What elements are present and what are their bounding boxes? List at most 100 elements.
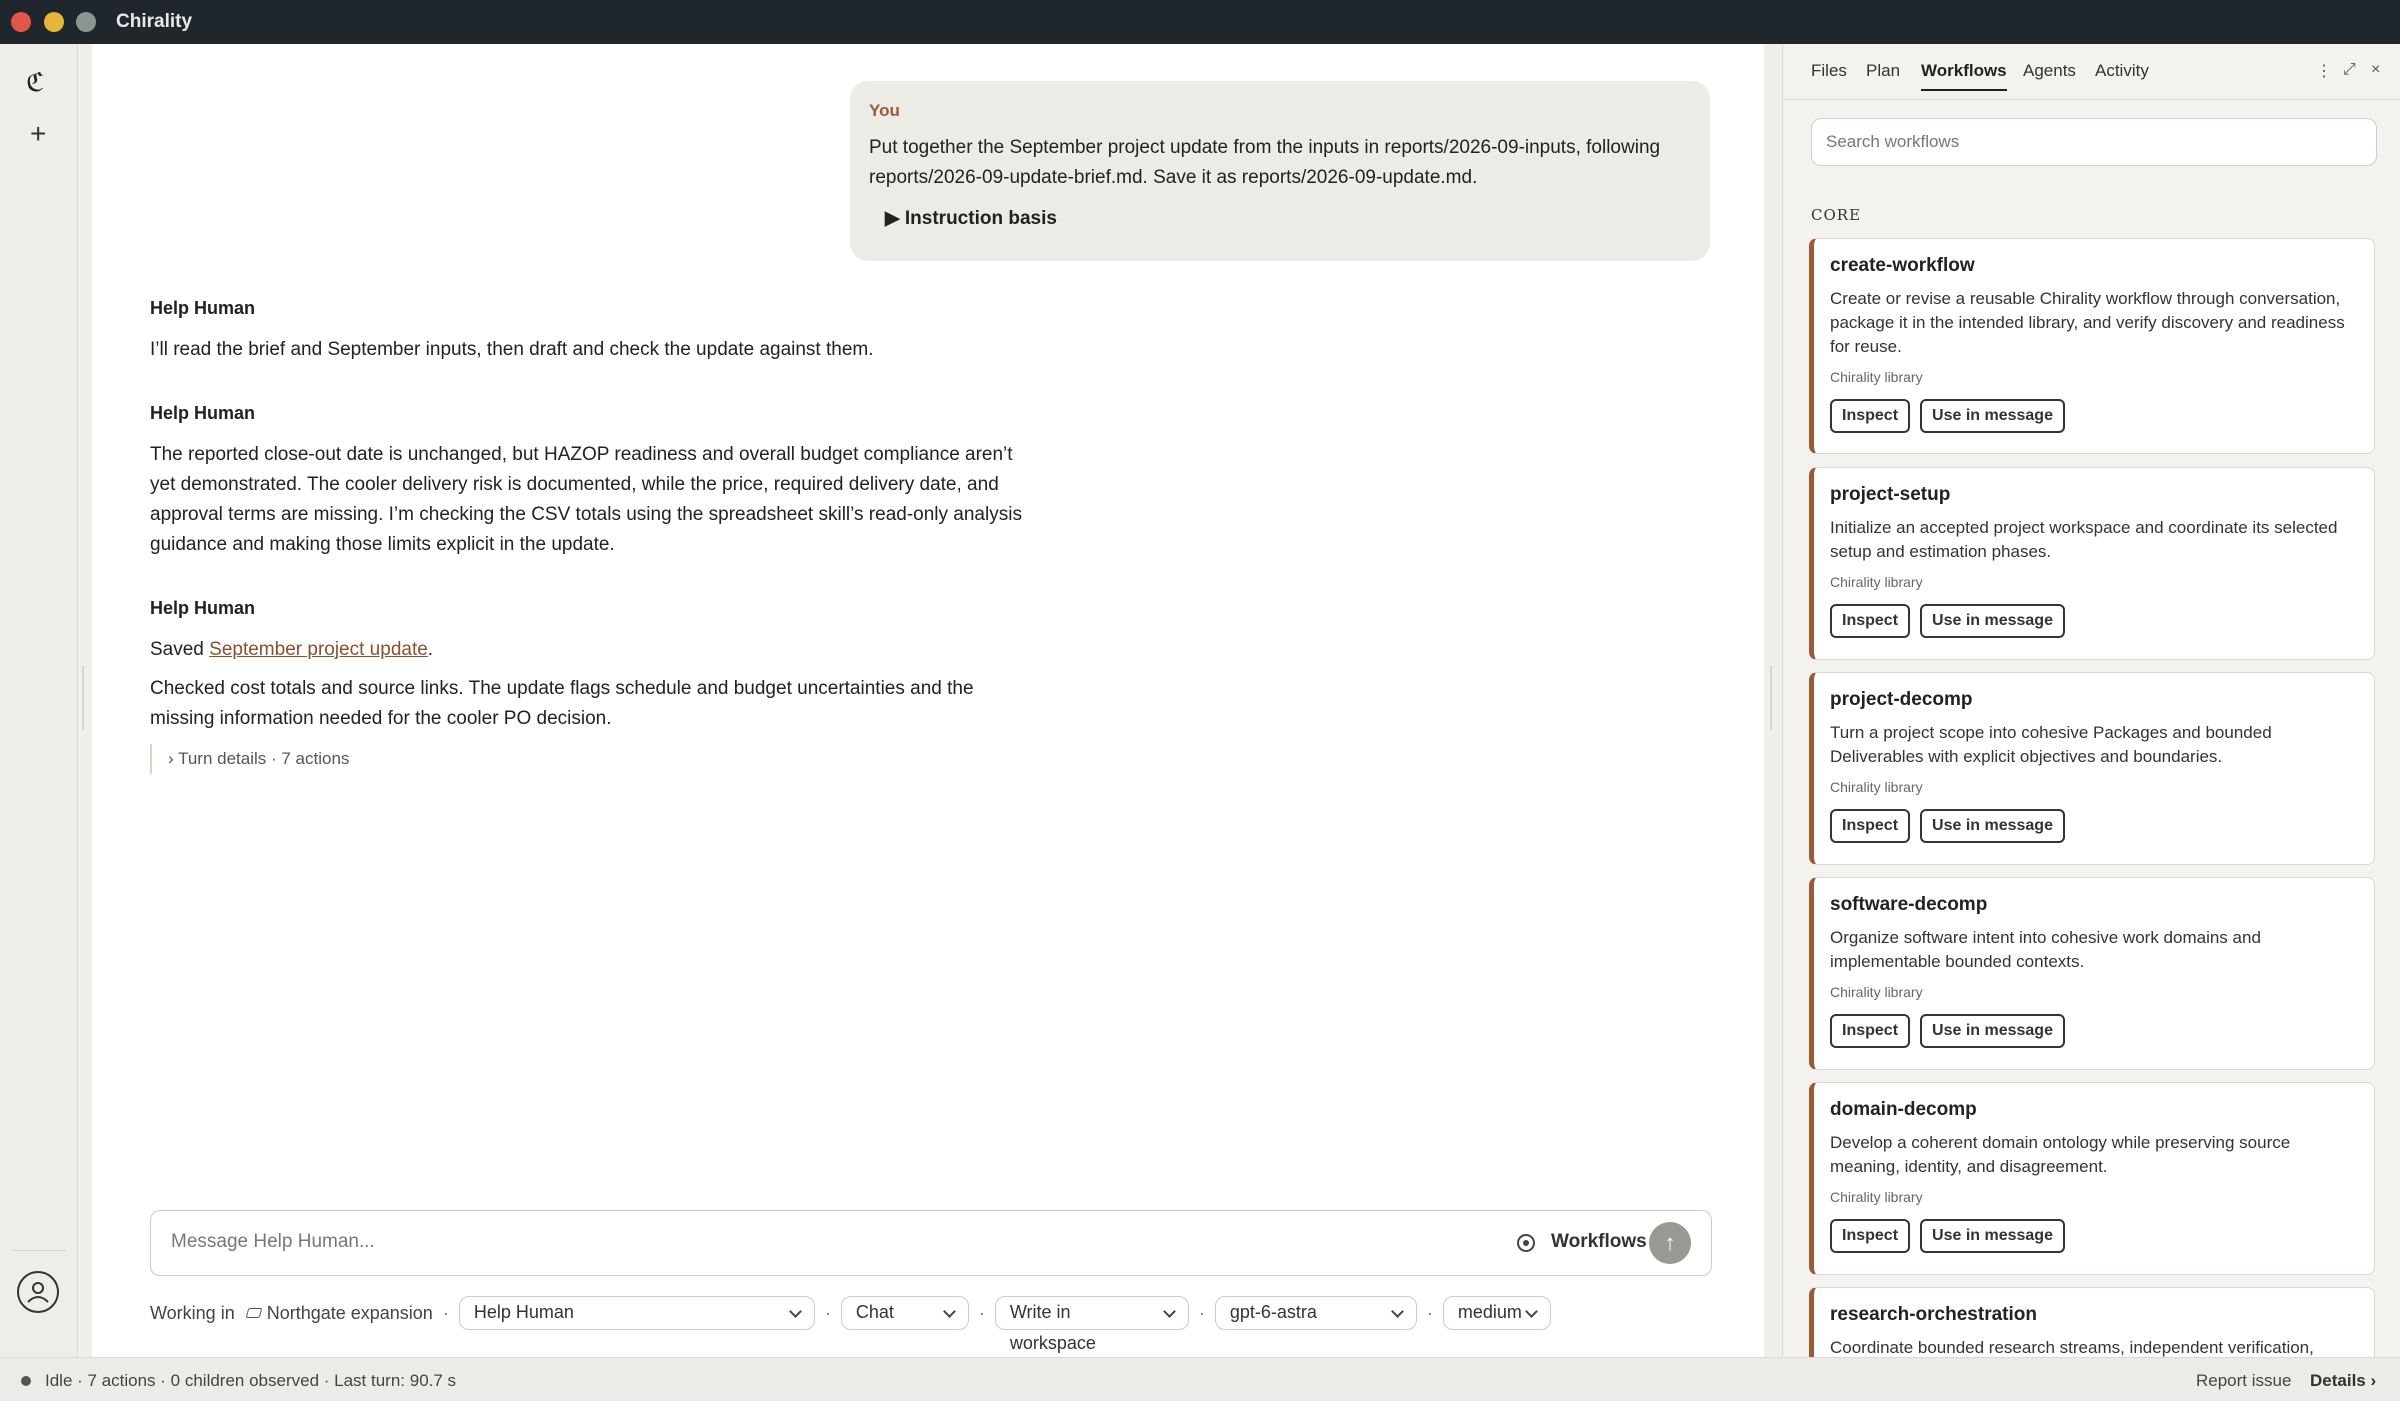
workflow-name: software-decomp (1830, 894, 1988, 915)
workflow-library: Chirality library (1830, 1189, 1923, 1205)
workflow-library: Chirality library (1830, 369, 1923, 385)
workflows-button[interactable]: Workflows (1551, 1231, 1647, 1253)
inspect-button[interactable]: Inspect (1830, 1014, 1911, 1048)
panel-tabs: Files Plan Workflows Agents Activity ⋮ ⤢… (1783, 44, 2400, 100)
use-in-message-button[interactable]: Use in message (1920, 809, 2065, 843)
workflow-name: research-orchestration (1830, 1304, 2037, 1325)
use-in-message-button[interactable]: Use in message (1920, 1219, 2065, 1253)
context-bar: Working in Northgate expansion · Help Hu… (150, 1296, 1551, 1353)
target-icon[interactable] (1517, 1234, 1535, 1252)
user-message: You Put together the September project u… (850, 81, 1710, 261)
workflows-panel: Files Plan Workflows Agents Activity ⋮ ⤢… (1782, 44, 2400, 1357)
workflow-description: Develop a coherent domain ontology while… (1830, 1133, 2291, 1176)
workflow-description: Organize software intent into cohesive w… (1830, 928, 2261, 971)
left-resize-handle[interactable] (82, 666, 86, 730)
user-avatar-icon[interactable] (17, 1271, 59, 1313)
assistant-text: Checked cost totals and source links. Th… (150, 678, 974, 729)
separator: · (824, 1302, 831, 1323)
user-message-author: You (869, 101, 900, 120)
tab-files[interactable]: Files (1811, 61, 1847, 81)
assistant-message: Help Human Saved September project updat… (150, 598, 1030, 774)
details-button[interactable]: Details › (2310, 1371, 2376, 1391)
use-in-message-button[interactable]: Use in message (1920, 604, 2065, 638)
workflow-description: Turn a project scope into cohesive Packa… (1830, 723, 2272, 766)
instruction-basis-toggle[interactable]: ▶ Instruction basis (885, 207, 1691, 230)
workflow-name: project-setup (1830, 484, 1951, 505)
folder-icon (245, 1308, 263, 1318)
separator: · (1426, 1302, 1433, 1323)
permission-select[interactable]: Write in workspace (994, 1296, 1189, 1353)
left-rail: ℭ + (0, 44, 78, 1357)
close-window-button[interactable] (11, 12, 31, 32)
app-logo-icon[interactable]: ℭ (26, 68, 44, 98)
user-icon (27, 1282, 49, 1303)
workflow-name: create-workflow (1830, 255, 1975, 276)
section-label: CORE (1811, 206, 1862, 224)
workflow-description: Initialize an accepted project workspace… (1830, 518, 2338, 561)
separator: · (442, 1302, 449, 1323)
agent-select[interactable]: Help Human (458, 1296, 815, 1330)
expand-icon[interactable]: ⤢ (2343, 61, 2356, 79)
right-resize-handle[interactable] (1770, 666, 1774, 730)
assistant-author: Help Human (150, 298, 256, 318)
working-in-label: Working in (150, 1302, 235, 1323)
chat-area: You Put together the September project u… (92, 44, 1764, 1357)
workflow-library: Chirality library (1830, 779, 1923, 795)
saved-prefix: Saved (150, 639, 210, 660)
user-message-text: Put together the September project updat… (869, 137, 1661, 188)
title-bar: Chirality (0, 0, 2400, 44)
rail-divider (12, 1250, 66, 1251)
workflow-description: Coordinate bounded research streams, ind… (1830, 1338, 2314, 1357)
workflow-card: project-setup Initialize an accepted pro… (1809, 467, 2375, 660)
tab-activity[interactable]: Activity (2095, 61, 2149, 81)
inspect-button[interactable]: Inspect (1830, 399, 1911, 433)
tab-plan[interactable]: Plan (1866, 61, 1900, 81)
use-in-message-button[interactable]: Use in message (1920, 1014, 2065, 1048)
close-panel-icon[interactable]: × (2371, 61, 2380, 79)
new-chat-icon[interactable]: + (30, 120, 46, 148)
minimize-window-button[interactable] (44, 12, 64, 32)
workflow-description: Create or revise a reusable Chirality wo… (1830, 289, 2345, 356)
inspect-button[interactable]: Inspect (1830, 809, 1911, 843)
status-text: Idle · 7 actions · 0 children observed ·… (45, 1371, 457, 1390)
workflow-card: create-workflow Create or revise a reusa… (1809, 238, 2375, 454)
assistant-text: The reported close-out date is unchanged… (150, 444, 1022, 555)
report-issue-link[interactable]: Report issue (2196, 1371, 2291, 1391)
message-composer[interactable]: Message Help Human... Workflows ↑ (150, 1210, 1712, 1276)
workspace-name[interactable]: Northgate expansion (267, 1303, 433, 1324)
mode-select[interactable]: Chat (840, 1296, 969, 1330)
assistant-message: Help Human I’ll read the brief and Septe… (150, 298, 1030, 365)
workflow-library: Chirality library (1830, 984, 1923, 1000)
saved-suffix: . (427, 639, 434, 660)
workflow-name: domain-decomp (1830, 1099, 1977, 1120)
status-dot-icon (21, 1376, 31, 1386)
effort-select[interactable]: medium (1442, 1296, 1551, 1330)
workflow-search-input[interactable]: Search workflows (1811, 118, 2377, 166)
turn-details-toggle[interactable]: › Turn details · 7 actions (150, 744, 1030, 774)
use-in-message-button[interactable]: Use in message (1920, 399, 2065, 433)
workflow-card: domain-decomp Develop a coherent domain … (1809, 1082, 2375, 1275)
model-select[interactable]: gpt-6-astra (1214, 1296, 1417, 1330)
app-title: Chirality (116, 11, 193, 32)
workflow-card: research-orchestration Coordinate bounde… (1809, 1287, 2375, 1357)
saved-line: Saved September project update. (150, 635, 1030, 665)
workflow-card: project-decomp Turn a project scope into… (1809, 672, 2375, 865)
inspect-button[interactable]: Inspect (1830, 1219, 1911, 1253)
status-bar: Idle · 7 actions · 0 children observed ·… (0, 1357, 2400, 1401)
tab-agents[interactable]: Agents (2023, 61, 2076, 81)
tab-workflows[interactable]: Workflows (1921, 61, 2007, 91)
workflow-library: Chirality library (1830, 574, 1923, 590)
more-icon[interactable]: ⋮ (2316, 61, 2332, 81)
zoom-window-button[interactable] (76, 12, 96, 32)
assistant-author: Help Human (150, 598, 256, 618)
message-input[interactable]: Message Help Human... (171, 1231, 375, 1253)
assistant-text: I’ll read the brief and September inputs… (150, 339, 874, 360)
separator: · (978, 1302, 985, 1323)
inspect-button[interactable]: Inspect (1830, 604, 1911, 638)
saved-file-link[interactable]: September project update (209, 639, 428, 660)
assistant-message: Help Human The reported close-out date i… (150, 403, 1030, 560)
send-button[interactable]: ↑ (1649, 1222, 1691, 1264)
workflow-card: software-decomp Organize software intent… (1809, 877, 2375, 1070)
workflow-name: project-decomp (1830, 689, 1973, 710)
assistant-author: Help Human (150, 403, 256, 423)
